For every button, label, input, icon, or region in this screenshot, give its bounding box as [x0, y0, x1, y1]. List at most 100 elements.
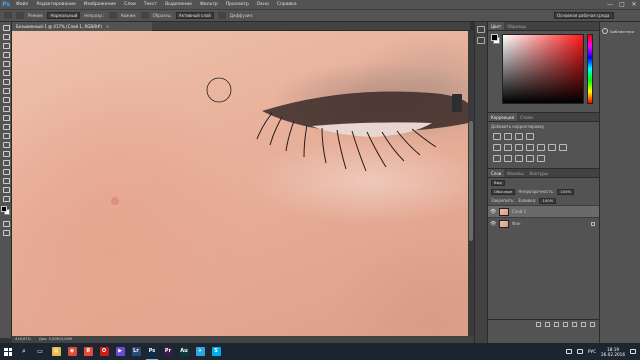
- quick-mask-icon[interactable]: [2, 220, 10, 227]
- taskbar-app-audition[interactable]: Au: [176, 343, 192, 360]
- taskbar-app-premiere[interactable]: Pr: [160, 343, 176, 360]
- brightness-icon[interactable]: [493, 133, 501, 140]
- menu-window[interactable]: Окно: [253, 2, 273, 7]
- link-layers-icon[interactable]: [536, 321, 541, 327]
- tab-swatches[interactable]: Образцы: [504, 22, 529, 30]
- properties-panel-icon[interactable]: [477, 37, 485, 44]
- black-white-icon[interactable]: [526, 144, 534, 151]
- canvas-overlay-button[interactable]: [452, 94, 462, 112]
- tab-channels[interactable]: Каналы: [504, 169, 526, 177]
- menu-edit[interactable]: Редактирование: [32, 2, 79, 7]
- hue-saturation-icon[interactable]: [504, 144, 512, 151]
- quick-select-tool-icon[interactable]: [2, 51, 10, 58]
- lasso-tool-icon[interactable]: [2, 42, 10, 49]
- language-indicator[interactable]: РУС: [588, 349, 596, 354]
- panel-foreground-swatch[interactable]: [491, 34, 498, 41]
- new-layer-icon[interactable]: [581, 321, 586, 327]
- menu-view[interactable]: Просмотр: [222, 2, 253, 7]
- blend-mode-select[interactable]: Обычные: [491, 188, 516, 195]
- brush-preset-icon[interactable]: [16, 12, 24, 19]
- workspace-select[interactable]: Основная рабочая среда: [554, 12, 614, 19]
- dodge-tool-icon[interactable]: [2, 141, 10, 148]
- photo-filter-icon[interactable]: [537, 144, 545, 151]
- gradient-map-icon[interactable]: [526, 155, 534, 162]
- volume-icon[interactable]: [577, 349, 583, 354]
- clone-stamp-tool-icon[interactable]: [2, 96, 10, 103]
- visibility-eye-icon[interactable]: 👁: [490, 221, 496, 227]
- blur-tool-icon[interactable]: [2, 132, 10, 139]
- layer-row-layer1[interactable]: 👁 Слой 1: [488, 205, 599, 217]
- taskbar-app-chrome[interactable]: ◉: [64, 343, 80, 360]
- taskbar-app-photoshop[interactable]: Ps: [144, 343, 160, 360]
- brush-tool-icon[interactable]: [2, 87, 10, 94]
- menu-type[interactable]: Текст: [140, 2, 161, 7]
- tab-styles[interactable]: Стили: [517, 113, 536, 121]
- libraries-button[interactable]: Библиотеки: [600, 22, 640, 40]
- channel-mixer-icon[interactable]: [548, 144, 556, 151]
- menu-image[interactable]: Изображение: [80, 2, 120, 7]
- tool-preset-icon[interactable]: [4, 12, 12, 19]
- close-tab-icon[interactable]: ×: [106, 22, 109, 31]
- layer-name[interactable]: Фон: [512, 221, 521, 226]
- menu-filter[interactable]: Фильтр: [196, 2, 222, 7]
- tab-adjustments[interactable]: Коррекция: [488, 113, 517, 121]
- selective-color-icon[interactable]: [537, 155, 545, 162]
- history-panel-icon[interactable]: [477, 26, 485, 33]
- layer-opacity-value[interactable]: 100%: [557, 188, 575, 195]
- maximize-button[interactable]: □: [616, 0, 628, 9]
- type-tool-icon[interactable]: [2, 159, 10, 166]
- healing-brush-tool-icon[interactable]: [2, 78, 10, 85]
- crop-tool-icon[interactable]: [2, 60, 10, 67]
- taskbar-app-file-explorer[interactable]: ▤: [48, 343, 64, 360]
- sample-select[interactable]: Активный слой: [175, 12, 214, 19]
- menu-file[interactable]: Файл: [12, 2, 32, 7]
- move-tool-icon[interactable]: [2, 24, 10, 31]
- layer-name[interactable]: Слой 1: [512, 209, 526, 214]
- foreground-color-swatch[interactable]: [0, 206, 7, 212]
- document-tab[interactable]: Безымянный-1 @ 417% (Слой 1, RGB/8#) ×: [12, 22, 152, 31]
- mode-select[interactable]: Нормальный: [47, 12, 81, 19]
- zoom-tool-icon[interactable]: [2, 195, 10, 202]
- posterize-icon[interactable]: [504, 155, 512, 162]
- opacity-pressure-icon[interactable]: [108, 12, 117, 19]
- taskbar-app-opera[interactable]: O: [96, 343, 112, 360]
- hue-slider[interactable]: [587, 34, 593, 104]
- taskbar-app-lightroom[interactable]: Lr: [128, 343, 144, 360]
- network-icon[interactable]: [566, 349, 572, 354]
- ignore-adjustments-icon[interactable]: [217, 12, 226, 19]
- close-button[interactable]: ✕: [628, 0, 640, 9]
- new-group-icon[interactable]: [572, 321, 577, 327]
- color-balance-icon[interactable]: [515, 144, 523, 151]
- taskbar-app-telegram[interactable]: ✈: [192, 343, 208, 360]
- screen-mode-icon[interactable]: [2, 229, 10, 236]
- document-canvas[interactable]: [12, 31, 468, 336]
- tab-color[interactable]: Цвет: [488, 22, 505, 30]
- notifications-icon[interactable]: [630, 349, 636, 354]
- hand-tool-icon[interactable]: [2, 186, 10, 193]
- task-view-button[interactable]: ▭: [32, 343, 48, 360]
- tab-layers[interactable]: Слои: [488, 169, 505, 177]
- scrollbar-thumb[interactable]: [469, 121, 473, 241]
- minimize-button[interactable]: —: [604, 0, 616, 9]
- fill-value[interactable]: 100%: [539, 197, 557, 204]
- vibrance-icon[interactable]: [493, 144, 501, 151]
- shape-tool-icon[interactable]: [2, 177, 10, 184]
- color-lookup-icon[interactable]: [559, 144, 567, 151]
- search-button[interactable]: ⌕: [16, 343, 32, 360]
- menu-help[interactable]: Справка: [273, 2, 301, 7]
- menu-select[interactable]: Выделение: [161, 2, 196, 7]
- layer-row-background[interactable]: 👁 Фон: [488, 217, 599, 229]
- trash-icon[interactable]: [590, 321, 595, 327]
- color-field[interactable]: [502, 34, 584, 104]
- layer-kind-filter[interactable]: Вид: [491, 179, 505, 186]
- airbrush-icon[interactable]: [140, 12, 149, 19]
- taskbar-app-skype[interactable]: S: [208, 343, 224, 360]
- taskbar-app-media-player[interactable]: ▶: [112, 343, 128, 360]
- invert-icon[interactable]: [493, 155, 501, 162]
- layer-style-icon[interactable]: [545, 321, 550, 327]
- menu-layers[interactable]: Слои: [120, 2, 140, 7]
- eyedropper-tool-icon[interactable]: [2, 69, 10, 76]
- add-mask-icon[interactable]: [554, 321, 559, 327]
- start-button[interactable]: [0, 343, 16, 360]
- zoom-level[interactable]: 416,67%: [15, 336, 31, 343]
